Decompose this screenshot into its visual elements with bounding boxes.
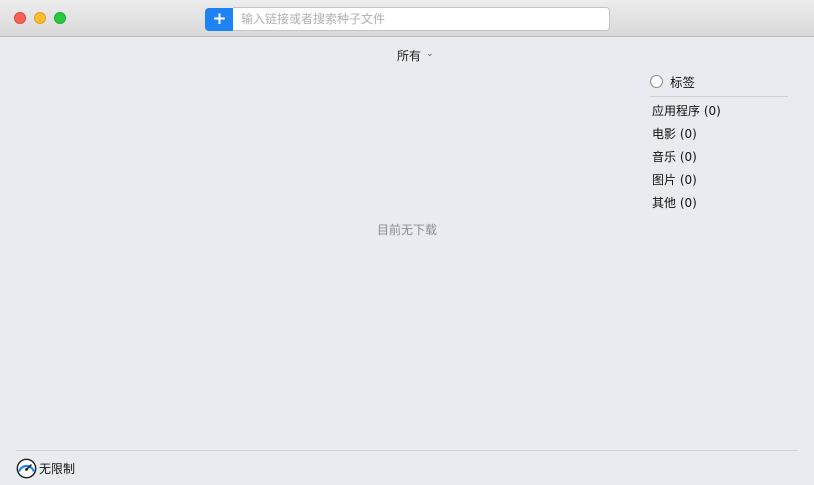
tags-label: 标签 <box>670 75 696 90</box>
category-list: 应用程序 (0) 电影 (0) 音乐 (0) 图片 (0) 其他 (0) <box>652 104 721 219</box>
minimize-window-button[interactable] <box>34 12 46 24</box>
search-input[interactable] <box>233 7 610 31</box>
category-item-apps[interactable]: 应用程序 (0) <box>652 104 721 127</box>
app-window: + 所有 ⌄ 标签 应用程序 (0) 电影 (0) 音乐 (0) 图片 (0) … <box>0 0 814 485</box>
filter-dropdown[interactable]: 所有 ⌄ <box>397 47 434 63</box>
tag-radio-icon <box>650 75 663 88</box>
maximize-window-button[interactable] <box>54 12 66 24</box>
title-bar: + <box>0 0 814 37</box>
sidebar-divider <box>650 96 788 97</box>
tags-toggle[interactable]: 标签 <box>650 72 695 91</box>
footer-divider <box>16 450 797 451</box>
speed-limit-label: 无限制 <box>39 462 76 476</box>
close-window-button[interactable] <box>14 12 26 24</box>
category-item-movies[interactable]: 电影 (0) <box>652 127 721 150</box>
category-item-other[interactable]: 其他 (0) <box>652 196 721 219</box>
category-item-pictures[interactable]: 图片 (0) <box>652 173 721 196</box>
empty-state-message: 目前无下载 <box>376 223 437 237</box>
category-item-music[interactable]: 音乐 (0) <box>652 150 721 173</box>
speed-limit-button[interactable]: 无限制 <box>16 458 75 479</box>
speedometer-icon <box>16 458 37 479</box>
add-download-button[interactable]: + <box>205 8 234 31</box>
filter-label: 所有 <box>397 48 422 63</box>
chevron-down-icon: ⌄ <box>426 49 434 59</box>
